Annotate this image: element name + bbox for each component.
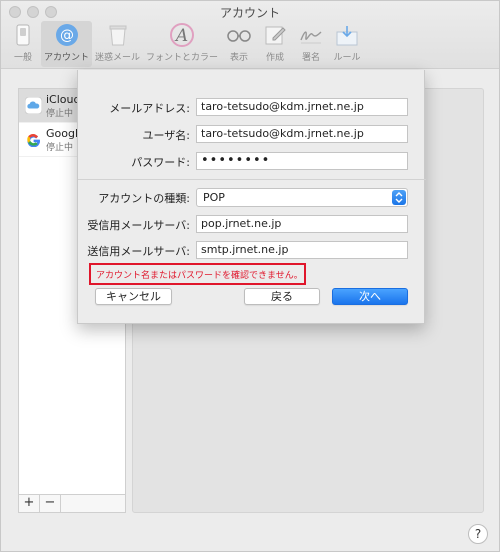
google-icon xyxy=(25,131,42,148)
outgoing-server-row: 送信用メールサーバ: smtp.jrnet.ne.jp xyxy=(78,241,426,259)
toolbar-composing[interactable]: 作成 xyxy=(257,21,293,67)
toolbar-viewing[interactable]: 表示 xyxy=(221,21,257,67)
font-color-icon: A xyxy=(167,21,197,49)
toolbar-composing-label: 作成 xyxy=(266,53,285,63)
incoming-server-row: 受信用メールサーバ: pop.jrnet.ne.jp xyxy=(78,215,426,233)
error-message-box: アカウント名またはパスワードを確認できません。 xyxy=(89,263,306,285)
account-list-footer: + − xyxy=(18,495,126,513)
username-label: ユーザ名: xyxy=(142,129,191,142)
username-field[interactable]: taro-tetsudo@kdm.jrnet.ne.jp xyxy=(196,125,408,143)
toolbar-general-label: 一般 xyxy=(13,53,32,63)
toolbar-rules[interactable]: ルール xyxy=(329,21,365,67)
password-row: パスワード: •••••••• xyxy=(78,152,426,170)
toolbar-accounts-label: アカウント xyxy=(44,53,90,63)
account-type-select[interactable]: POP xyxy=(196,188,408,207)
glasses-icon xyxy=(224,21,254,49)
at-icon: @ xyxy=(52,21,82,49)
rules-icon xyxy=(332,21,362,49)
chevron-up-down-icon xyxy=(392,190,406,205)
account-type-value: POP xyxy=(203,191,225,204)
toolbar-signatures-label: 署名 xyxy=(302,53,321,63)
mail-preferences-window: アカウント 一般 @ アカウント 迷惑メール A フォントとカラー 表示 作成 … xyxy=(0,0,500,552)
svg-text:@: @ xyxy=(60,28,74,44)
error-message: アカウント名またはパスワードを確認できません。 xyxy=(96,271,303,281)
username-row: ユーザ名: taro-tetsudo@kdm.jrnet.ne.jp xyxy=(78,125,426,143)
toolbar-viewing-label: 表示 xyxy=(230,53,249,63)
help-button[interactable]: ? xyxy=(468,524,488,544)
cancel-button[interactable]: キャンセル xyxy=(95,288,172,305)
window-title: アカウント xyxy=(219,6,280,20)
toolbar-accounts[interactable]: @ アカウント xyxy=(41,21,93,67)
password-label: パスワード: xyxy=(131,156,190,169)
title-bar: アカウント 一般 @ アカウント 迷惑メール A フォントとカラー 表示 作成 … xyxy=(1,1,499,69)
account-name: iCloud xyxy=(46,92,81,106)
add-account-sheet: メールアドレス: taro-tetsudo@kdm.jrnet.ne.jp ユー… xyxy=(77,70,426,324)
remove-account-button[interactable]: − xyxy=(40,495,61,512)
preferences-toolbar: 一般 @ アカウント 迷惑メール A フォントとカラー 表示 作成 署名 ルール xyxy=(5,21,365,67)
svg-text:A: A xyxy=(174,26,188,46)
account-status: 停止中 xyxy=(46,108,74,119)
incoming-server-label: 受信用メールサーバ: xyxy=(87,219,190,232)
account-type-row: アカウントの種類: POP xyxy=(78,188,426,207)
switch-icon xyxy=(8,21,38,49)
toolbar-signatures[interactable]: 署名 xyxy=(293,21,329,67)
email-field[interactable]: taro-tetsudo@kdm.jrnet.ne.jp xyxy=(196,98,408,116)
toolbar-general[interactable]: 一般 xyxy=(5,21,41,67)
next-button[interactable]: 次へ xyxy=(332,288,408,305)
back-button[interactable]: 戻る xyxy=(244,288,320,305)
section-divider xyxy=(78,179,426,180)
toolbar-junk-label: 迷惑メール xyxy=(95,53,141,63)
account-type-label: アカウントの種類: xyxy=(98,192,190,205)
toolbar-rules-label: ルール xyxy=(333,53,361,63)
toolbar-junk[interactable]: 迷惑メール xyxy=(92,21,143,67)
compose-icon xyxy=(260,21,290,49)
incoming-server-field[interactable]: pop.jrnet.ne.jp xyxy=(196,215,408,233)
email-row: メールアドレス: taro-tetsudo@kdm.jrnet.ne.jp xyxy=(78,98,426,116)
toolbar-fonts[interactable]: A フォントとカラー xyxy=(143,21,221,67)
outgoing-server-field[interactable]: smtp.jrnet.ne.jp xyxy=(196,241,408,259)
email-label: メールアドレス: xyxy=(109,102,190,115)
password-field[interactable]: •••••••• xyxy=(196,152,408,170)
icloud-icon xyxy=(25,97,42,114)
add-account-button[interactable]: + xyxy=(19,495,40,512)
trash-icon xyxy=(103,21,133,49)
outgoing-server-label: 送信用メールサーバ: xyxy=(87,245,190,258)
signature-icon xyxy=(296,21,326,49)
toolbar-fonts-label: フォントとカラー xyxy=(146,53,219,63)
